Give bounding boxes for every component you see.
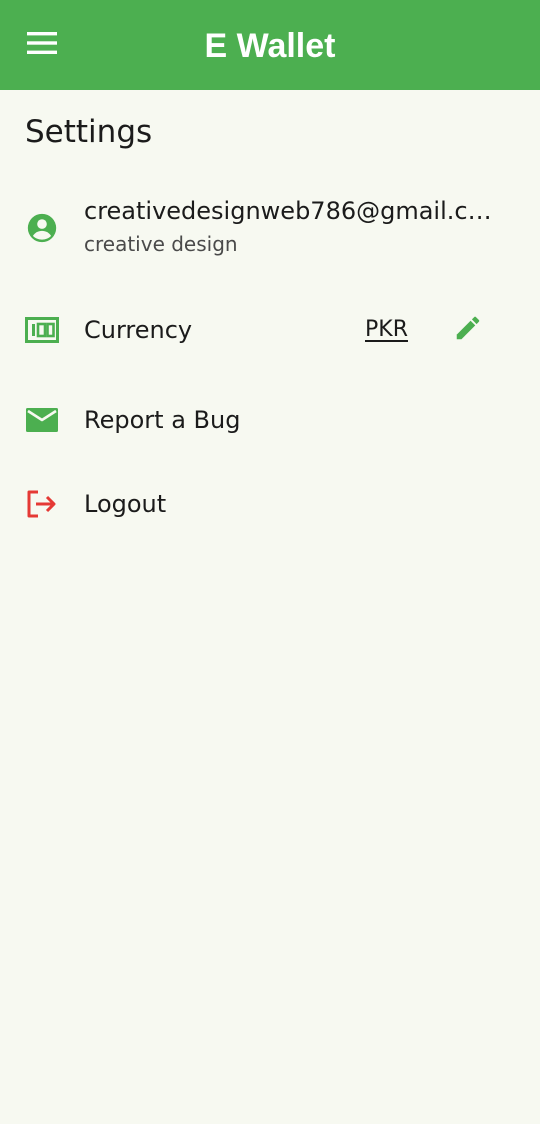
account-circle-icon (22, 208, 62, 248)
account-row[interactable]: creativedesignweb786@gmail.com creative … (0, 192, 540, 270)
account-name: creative design (84, 232, 238, 256)
currency-value-link[interactable]: PKR (365, 313, 408, 347)
report-bug-label: Report a Bug (84, 406, 241, 434)
logout-row[interactable]: Logout (0, 474, 540, 534)
mail-icon (22, 400, 62, 440)
logout-icon (22, 484, 62, 524)
app-title: E Wallet (204, 27, 336, 65)
app-bar: E Wallet (0, 0, 540, 90)
edit-currency-button[interactable] (446, 310, 490, 350)
logout-label: Logout (84, 490, 167, 518)
currency-row: Currency PKR (0, 300, 540, 360)
pencil-icon (453, 313, 483, 347)
money-icon (22, 310, 62, 350)
report-bug-row[interactable]: Report a Bug (0, 390, 540, 450)
page-title: Settings (25, 114, 153, 150)
currency-label: Currency (84, 316, 193, 344)
account-email: creativedesignweb786@gmail.com (84, 197, 494, 225)
